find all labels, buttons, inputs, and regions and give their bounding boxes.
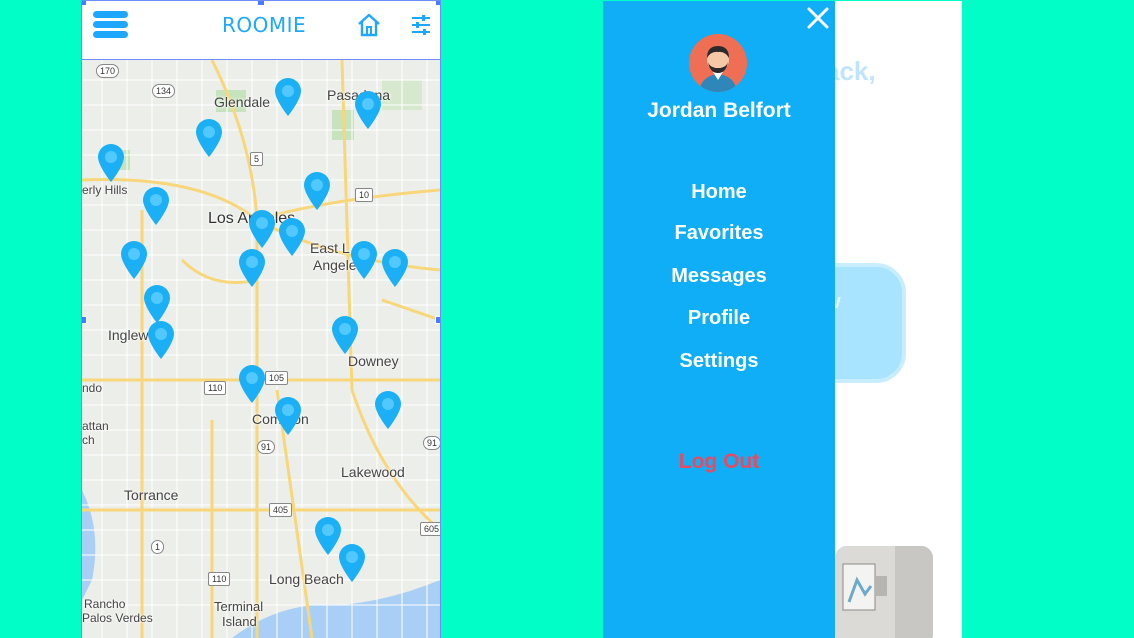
map-label-inglewood: Inglew bbox=[108, 327, 149, 343]
selection-handle[interactable] bbox=[82, 1, 87, 6]
map-label-torrance: Torrance bbox=[124, 487, 179, 503]
menu-item-settings[interactable]: Settings bbox=[603, 350, 835, 373]
menu-item-favorites[interactable]: Favorites bbox=[603, 222, 835, 245]
route-shield: 170 bbox=[96, 64, 120, 78]
route-shield: 105 bbox=[265, 371, 289, 385]
map-label-east-la: East L bbox=[310, 240, 350, 256]
map-pin-icon[interactable] bbox=[237, 248, 267, 288]
map-label-rancho: Rancho bbox=[84, 597, 126, 611]
hamburger-menu-icon[interactable] bbox=[93, 11, 128, 39]
map-pin-icon[interactable] bbox=[380, 248, 410, 288]
menu-item-profile[interactable]: Profile bbox=[603, 307, 835, 330]
map-label-ndo: ndo bbox=[82, 381, 103, 395]
close-icon[interactable] bbox=[805, 5, 831, 31]
map-pin-icon[interactable] bbox=[277, 217, 307, 257]
map-label-lakewood: Lakewood bbox=[341, 464, 405, 480]
map-pin-icon[interactable] bbox=[237, 364, 267, 404]
logout-button[interactable]: Log Out bbox=[603, 450, 835, 474]
map-pin-icon[interactable] bbox=[349, 240, 379, 280]
map-pin-icon[interactable] bbox=[119, 240, 149, 280]
route-shield: 91 bbox=[257, 440, 276, 454]
map-pin-icon[interactable] bbox=[373, 390, 403, 430]
user-name: Jordan Belfort bbox=[647, 99, 791, 122]
map-roads bbox=[82, 59, 440, 638]
route-shield: 110 bbox=[208, 572, 231, 586]
map-label-long-beach: Long Beach bbox=[269, 571, 344, 587]
map-pin-icon[interactable] bbox=[302, 171, 332, 211]
app-logo: ROOMIE bbox=[222, 13, 307, 37]
map-pin-icon[interactable] bbox=[141, 186, 171, 226]
route-shield: 405 bbox=[269, 503, 293, 517]
selection-handle[interactable] bbox=[435, 1, 440, 6]
avatar[interactable] bbox=[689, 34, 747, 92]
map-pin-icon[interactable] bbox=[96, 143, 126, 183]
home-icon[interactable] bbox=[356, 12, 382, 38]
room-photo bbox=[835, 546, 933, 638]
map-label-terminal: Terminal bbox=[214, 599, 264, 614]
map-label-island: Island bbox=[222, 614, 257, 629]
map[interactable]: Glendale Pasadena erly Hills Los Angeles… bbox=[82, 59, 440, 638]
map-label-ch: ch bbox=[82, 433, 95, 447]
map-pin-icon[interactable] bbox=[194, 118, 224, 158]
route-shield: 110 bbox=[204, 381, 227, 395]
route-shield: 1 bbox=[151, 540, 165, 554]
map-pin-icon[interactable] bbox=[142, 284, 172, 324]
map-label-palos-verdes: Palos Verdes bbox=[82, 611, 153, 625]
filter-icon[interactable] bbox=[410, 14, 432, 36]
map-pin-icon[interactable] bbox=[353, 90, 383, 130]
map-pin-icon[interactable] bbox=[273, 396, 303, 436]
app-header: ROOMIE bbox=[82, 1, 440, 60]
map-pin-icon[interactable] bbox=[247, 209, 277, 249]
selection-handle[interactable] bbox=[257, 1, 265, 6]
route-shield: 605 bbox=[420, 522, 440, 536]
menu-item-messages[interactable]: Messages bbox=[603, 265, 835, 288]
map-label-downey: Downey bbox=[348, 353, 399, 369]
route-shield: 91 bbox=[423, 436, 440, 450]
side-menu: Jordan Belfort Home Favorites Messages P… bbox=[603, 1, 835, 638]
map-label-attan: attan bbox=[82, 419, 109, 433]
map-pin-icon[interactable] bbox=[146, 320, 176, 360]
map-screen: Glendale Pasadena erly Hills Los Angeles… bbox=[81, 0, 441, 638]
map-label-beverly-hills: erly Hills bbox=[82, 183, 128, 197]
map-pin-icon[interactable] bbox=[330, 315, 360, 355]
menu-item-home[interactable]: Home bbox=[603, 181, 835, 204]
selection-handle[interactable] bbox=[435, 316, 440, 324]
route-shield: 5 bbox=[250, 152, 264, 166]
map-pin-icon[interactable] bbox=[273, 77, 303, 117]
map-label-glendale: Glendale bbox=[214, 94, 271, 110]
map-pin-icon[interactable] bbox=[337, 543, 367, 583]
selection-handle[interactable] bbox=[82, 316, 87, 324]
route-shield: 10 bbox=[355, 188, 374, 202]
route-shield: 134 bbox=[152, 84, 176, 98]
